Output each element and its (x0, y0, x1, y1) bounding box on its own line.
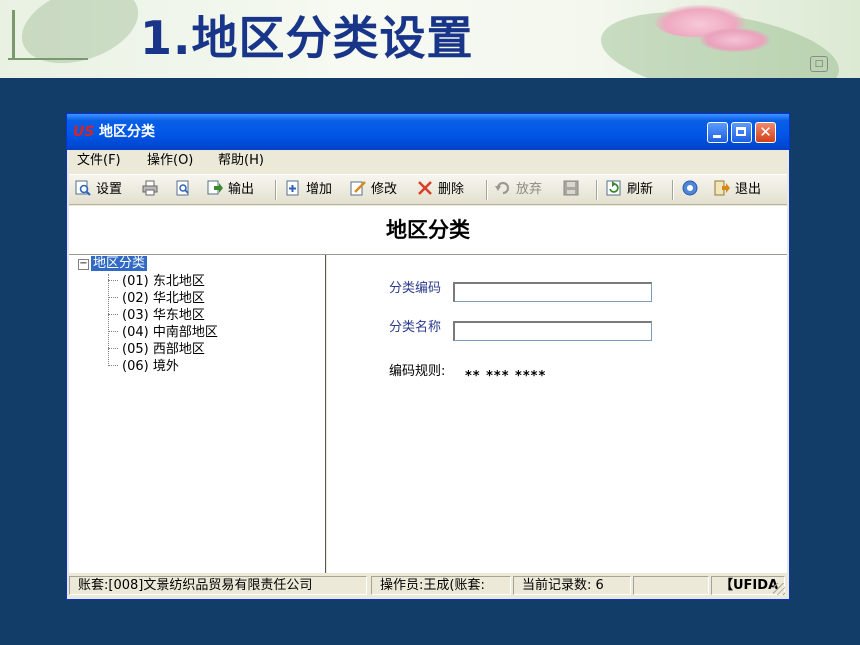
help-button[interactable] (682, 180, 703, 198)
tree-connector (108, 297, 118, 298)
seal-icon: □ (810, 56, 828, 72)
tree-item-label: (04) 中南部地区 (122, 325, 218, 340)
toolbar-separator (486, 180, 488, 200)
form-header: 地区分类 (69, 206, 787, 255)
close-icon: ✕ (759, 123, 772, 141)
category-name-label: 分类名称 (389, 320, 442, 335)
category-code-label: 分类编码 (389, 281, 442, 296)
delete-button[interactable]: 删除 (417, 180, 464, 198)
category-code-input[interactable] (453, 282, 652, 302)
add-button[interactable]: 增加 (285, 180, 332, 198)
add-icon (286, 180, 299, 196)
edit-label: 修改 (371, 182, 398, 197)
tree-item-label: (06) 境外 (122, 359, 179, 374)
add-label: 增加 (306, 182, 333, 197)
exit-icon (714, 180, 730, 196)
title-bar[interactable]: US 地区分类 ✕ (67, 114, 789, 150)
delete-icon (418, 181, 432, 195)
print-icon (142, 180, 158, 196)
maximize-button[interactable] (731, 122, 752, 143)
leaf-decoration (12, 0, 148, 77)
export-label: 输出 (228, 182, 255, 197)
toolbar-separator (672, 180, 674, 200)
tree-connector (108, 348, 118, 349)
region-category-window: US 地区分类 ✕ 文件(F) 操作(O) 帮助(H) 设置 输出 增加 修改 … (66, 113, 790, 600)
menu-bar: 文件(F) 操作(O) 帮助(H) (67, 150, 789, 172)
tree-item-label: (03) 华东地区 (122, 308, 205, 323)
window-title: 地区分类 (99, 124, 155, 140)
print-preview-button[interactable] (175, 180, 196, 198)
discard-button[interactable]: 放弃 (495, 180, 542, 198)
exit-button[interactable]: 退出 (714, 180, 761, 198)
coding-rule-label: 编码规则: (389, 364, 446, 379)
slide-banner: 1.地区分类设置 □ (0, 0, 860, 78)
tree-connector (108, 365, 118, 366)
tree-root[interactable]: − 地区分类 (78, 256, 148, 272)
tree-connector (108, 331, 118, 332)
save-icon (563, 180, 579, 196)
status-operator: 操作员:王成(账套: (371, 576, 511, 595)
toolbar-separator (596, 180, 598, 200)
tree-connector (108, 280, 118, 281)
menu-help[interactable]: 帮助(H) (218, 153, 264, 169)
save-button[interactable] (563, 180, 584, 198)
settings-label: 设置 (96, 182, 123, 197)
undo-icon (495, 181, 510, 195)
toolbar: 设置 输出 增加 修改 删除 放弃 刷新 退出 (69, 174, 787, 205)
status-account: 账套:[008]文景纺织品贸易有限责任公司 (69, 576, 367, 595)
detail-pane (327, 255, 787, 573)
exit-label: 退出 (735, 182, 762, 197)
tree-connector (108, 314, 118, 315)
refresh-label: 刷新 (627, 182, 654, 197)
maximize-icon (736, 127, 746, 136)
status-bar: 账套:[008]文景纺织品贸易有限责任公司 操作员:王成(账套: 当前记录数: … (69, 574, 787, 597)
lotus-decoration (700, 28, 770, 52)
status-record-count: 当前记录数: 6 (513, 576, 631, 595)
toolbar-separator (275, 180, 277, 200)
tree-item[interactable]: (01) 东北地区 (108, 273, 205, 290)
refresh-icon (606, 180, 621, 196)
preview-icon (75, 180, 91, 196)
collapse-icon[interactable]: − (78, 259, 89, 270)
category-name-input[interactable] (453, 321, 652, 341)
form-title: 地区分类 (386, 218, 470, 242)
minimize-icon (713, 135, 721, 138)
menu-file[interactable]: 文件(F) (77, 153, 121, 169)
app-logo-icon: US (73, 124, 95, 140)
resize-grip-icon[interactable] (773, 583, 785, 595)
tree-item[interactable]: (04) 中南部地区 (108, 324, 218, 341)
decorative-line (8, 58, 88, 60)
minimize-button[interactable] (707, 122, 728, 143)
help-icon (682, 180, 698, 196)
coding-rule-value: ** *** **** (465, 369, 547, 384)
tree-item[interactable]: (03) 华东地区 (108, 307, 205, 324)
status-blank (633, 576, 709, 595)
discard-label: 放弃 (516, 182, 543, 197)
edit-icon (350, 181, 366, 196)
delete-label: 删除 (438, 182, 465, 197)
tree-item-label: (02) 华北地区 (122, 291, 205, 306)
decorative-line (12, 10, 15, 60)
slide-title: 1.地区分类设置 (140, 11, 474, 65)
category-tree[interactable]: − 地区分类 (01) 东北地区 (02) 华北地区 (03) 华东地区 (04)… (69, 255, 326, 573)
menu-operation[interactable]: 操作(O) (147, 153, 193, 169)
tree-root-label[interactable]: 地区分类 (91, 256, 148, 271)
tree-item[interactable]: (02) 华北地区 (108, 290, 205, 307)
tree-item[interactable]: (06) 境外 (108, 358, 179, 375)
refresh-button[interactable]: 刷新 (606, 180, 653, 198)
tree-item[interactable]: (05) 西部地区 (108, 341, 205, 358)
tree-item-label: (05) 西部地区 (122, 342, 205, 357)
export-button[interactable]: 输出 (207, 180, 254, 198)
edit-button[interactable]: 修改 (350, 180, 397, 198)
tree-item-label: (01) 东北地区 (122, 274, 205, 289)
close-button[interactable]: ✕ (755, 122, 776, 143)
print-preview-icon (176, 180, 189, 196)
settings-button[interactable]: 设置 (75, 180, 122, 198)
export-icon (207, 180, 223, 195)
print-button[interactable] (142, 180, 163, 198)
